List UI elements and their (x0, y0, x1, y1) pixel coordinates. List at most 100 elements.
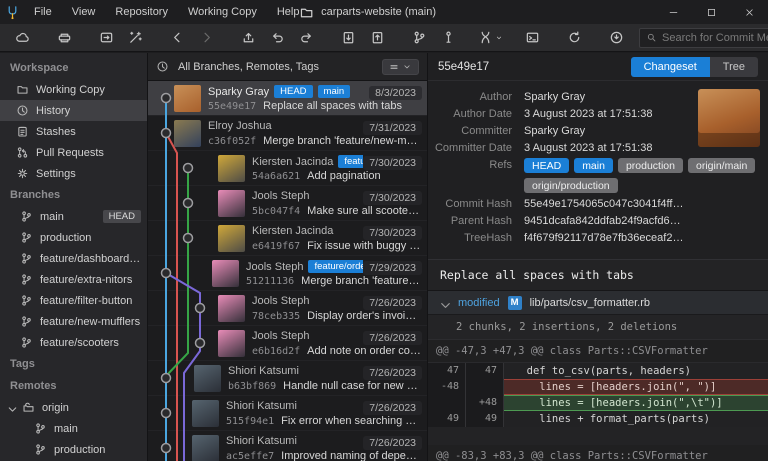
undo-button[interactable] (263, 26, 292, 49)
view-button-changeset[interactable]: Changeset (631, 57, 710, 77)
sidebar-item-feature-filter-button[interactable]: feature/filter-button (0, 290, 147, 311)
commit-row-515f94e1[interactable]: Shiori Katsumi7/26/2023515f94e1Fix error… (148, 396, 427, 431)
changed-file-row[interactable]: modified M lib/parts/csv_formatter.rb (428, 291, 768, 315)
sidebar-item-feature-extra-nitors[interactable]: feature/extra-nitors (0, 269, 147, 290)
toolbar-group (334, 26, 392, 49)
close-button[interactable] (730, 0, 768, 24)
sidebar-item-label: main (40, 211, 64, 223)
cloud-button[interactable] (8, 26, 37, 49)
branchtool-icon (34, 443, 47, 456)
meta-commit-hash: Commit Hash55e49e1754065c047c3041f4ffd45… (428, 196, 760, 213)
commit-avatar (218, 225, 245, 252)
sidebar-item-production[interactable]: production (0, 439, 147, 460)
stack-button[interactable] (50, 26, 79, 49)
ref-chip-head[interactable]: HEAD (524, 158, 569, 173)
sidebar-item-history[interactable]: History (0, 100, 147, 121)
commit-row-51211136[interactable]: Jools Stephfeature/orde...7/29/202351211… (148, 256, 427, 291)
menu-repository[interactable]: Repository (105, 0, 178, 24)
minimize-button[interactable] (654, 0, 692, 24)
forward-button[interactable] (192, 26, 221, 49)
commit-avatar (174, 85, 201, 112)
branchtool-icon (20, 252, 33, 265)
checkout-button[interactable] (234, 26, 263, 49)
field-label: Parent Hash (428, 213, 524, 230)
sidebar-item-settings[interactable]: Settings (0, 163, 147, 184)
commit-row-e6b16d2f[interactable]: Jools Steph7/26/2023e6b16d2fAdd note on … (148, 326, 427, 361)
commit-detail-panel: 55e49e17 ChangesetTree AuthorSparky Gray… (428, 53, 768, 461)
main-area: WorkspaceWorking CopyHistoryStashesPull … (0, 53, 768, 461)
sidebar-item-main[interactable]: main (0, 418, 147, 439)
diff-line: -48 lines = [headers.join(", ")] (428, 379, 768, 395)
list-options-dropdown[interactable] (382, 59, 419, 75)
redo-button[interactable] (292, 26, 321, 49)
sidebar-item-working-copy[interactable]: Working Copy (0, 79, 147, 100)
menu-file[interactable]: File (24, 0, 62, 24)
sidebar-item-pull-requests[interactable]: Pull Requests (0, 142, 147, 163)
commit-hash: e6b16d2f (252, 346, 300, 357)
search-input[interactable] (662, 32, 768, 44)
commit-row-ac5effe7[interactable]: Shiori Katsumi7/26/2023ac5effe7Improved … (148, 431, 427, 461)
sidebar-item-origin[interactable]: origin (0, 397, 147, 418)
sidebar-item-feature-new-mufflers[interactable]: feature/new-mufflers (0, 311, 147, 332)
toolbar-group (50, 26, 79, 49)
commit-author: Kiersten Jacinda (252, 156, 333, 168)
commit-row-b63bf869[interactable]: Shiori Katsumi7/26/2023b63bf869Handle nu… (148, 361, 427, 396)
wand-button[interactable] (121, 26, 150, 49)
jump-to-commit-button[interactable] (602, 26, 631, 49)
commit-row-55e49e17[interactable]: Sparky GrayHEADmain8/3/202355e49e17Repla… (148, 81, 427, 116)
commit-message: Replace all spaces with tabs (428, 259, 768, 291)
sidebar-item-label: feature/new-mufflers (40, 316, 140, 328)
view-button-tree[interactable]: Tree (710, 57, 758, 77)
ref-chip-origin-production[interactable]: origin/production (524, 178, 618, 193)
diff-hunks: @@ -47,3 +47,3 @@ class Parts::CSVFormat… (428, 340, 768, 461)
commit-avatar (212, 260, 239, 287)
field-label: TreeHash (428, 230, 524, 247)
menu-view[interactable]: View (62, 0, 106, 24)
commit-hash: e6419f67 (252, 241, 300, 252)
commit-message: Replace all spaces with tabs (263, 100, 402, 112)
commit-row-5bc047f4[interactable]: Jools Steph7/30/20235bc047f4Make sure al… (148, 186, 427, 221)
commit-row-c36f052f[interactable]: Elroy Joshua7/31/2023c36f052fMerge branc… (148, 116, 427, 151)
detail-header: 55e49e17 ChangesetTree (428, 53, 768, 81)
sidebar-item-feature-dashboard-bat[interactable]: feature/dashboard-bat... (0, 248, 147, 269)
sidebar-item-label: main (54, 423, 78, 435)
sidebar-item-production[interactable]: production (0, 227, 147, 248)
sidebar-item-label: production (40, 232, 91, 244)
stash-button[interactable] (334, 26, 363, 49)
chevron-down-icon[interactable] (438, 298, 448, 308)
pop-button[interactable] (363, 26, 392, 49)
maximize-button[interactable] (692, 0, 730, 24)
sidebar-item-label: Working Copy (36, 84, 105, 96)
sidebar-item-label: production (54, 444, 105, 456)
commit-date: 7/26/2023 (363, 366, 422, 380)
commit-hash: 515f94e1 (226, 416, 274, 427)
commit-row-78ceb335[interactable]: Jools Steph7/26/202378ceb335Display orde… (148, 291, 427, 326)
ref-chip-origin-main[interactable]: origin/main (688, 158, 755, 173)
back-button[interactable] (163, 26, 192, 49)
refresh-button[interactable] (560, 26, 589, 49)
sidebar-item-feature-scooters[interactable]: feature/scooters (0, 332, 147, 353)
commit-row-54a6a621[interactable]: Kiersten Jacindafeature/sc...7/30/202354… (148, 151, 427, 186)
sidebar-item-main[interactable]: mainHEAD (0, 206, 147, 227)
branchtool-button[interactable] (405, 26, 434, 49)
chevron-down-icon[interactable] (6, 403, 15, 412)
merge-button[interactable] (476, 26, 505, 49)
tagtool-button[interactable] (434, 26, 463, 49)
pr-icon (16, 146, 29, 159)
meta-refs: RefsHEADmainproductionorigin/mainorigin/… (428, 157, 760, 196)
toolbar-group (476, 26, 505, 49)
commit-hash: 78ceb335 (252, 311, 300, 322)
branchtool-icon (34, 422, 47, 435)
toolbar-group (8, 26, 37, 49)
repo-button[interactable] (92, 26, 121, 49)
commit-author: Jools Steph (252, 295, 309, 307)
commit-row-e6419f67[interactable]: Kiersten Jacinda7/30/2023e6419f67Fix iss… (148, 221, 427, 256)
terminal-button[interactable] (518, 26, 547, 49)
clock-icon (16, 104, 29, 117)
app-window: FileViewRepositoryWorking CopyHelp carpa… (0, 0, 768, 461)
ref-chip-main[interactable]: main (574, 158, 613, 173)
menu-working-copy[interactable]: Working Copy (178, 0, 267, 24)
sidebar-item-stashes[interactable]: Stashes (0, 121, 147, 142)
ref-chip-production[interactable]: production (618, 158, 683, 173)
gear-icon (16, 167, 29, 180)
